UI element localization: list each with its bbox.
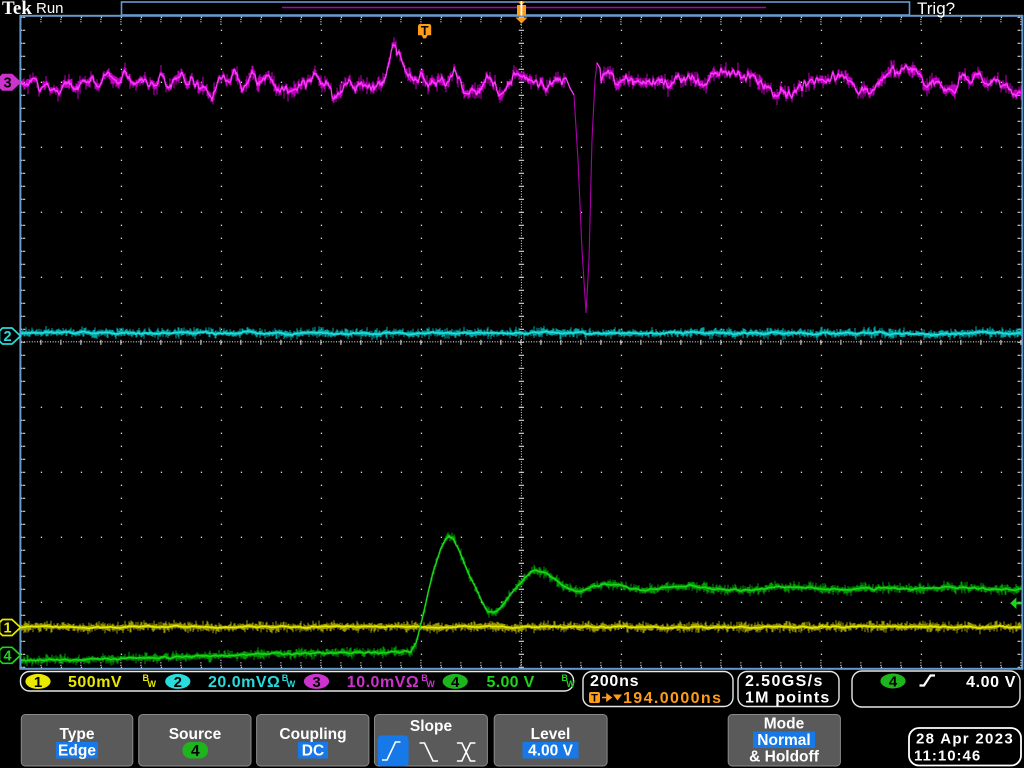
svg-text:Slope: Slope bbox=[410, 718, 453, 735]
svg-text:1: 1 bbox=[34, 674, 42, 691]
svg-text:Level: Level bbox=[531, 726, 571, 743]
svg-text:500mV: 500mV bbox=[68, 674, 122, 691]
svg-text:Source: Source bbox=[169, 726, 222, 743]
svg-text:5.00 V: 5.00 V bbox=[487, 674, 535, 691]
svg-text:T: T bbox=[591, 693, 598, 705]
svg-text:W: W bbox=[287, 679, 296, 689]
svg-text:Trig?: Trig? bbox=[917, 0, 955, 18]
svg-text:2.50GS/s: 2.50GS/s bbox=[745, 673, 824, 690]
svg-text:4: 4 bbox=[3, 649, 11, 665]
svg-text:20.0mVΩ: 20.0mVΩ bbox=[208, 674, 280, 691]
svg-text:4.00 V: 4.00 V bbox=[966, 674, 1016, 691]
svg-text:Edge: Edge bbox=[58, 743, 96, 760]
svg-text:4: 4 bbox=[889, 674, 898, 691]
svg-text:11:10:46: 11:10:46 bbox=[914, 748, 981, 765]
svg-text:1M points: 1M points bbox=[745, 690, 830, 707]
svg-text:1: 1 bbox=[3, 621, 11, 637]
svg-text:4: 4 bbox=[451, 674, 460, 691]
svg-text:10.0mVΩ: 10.0mVΩ bbox=[347, 674, 419, 691]
svg-text:200ns: 200ns bbox=[590, 673, 639, 690]
svg-text:W: W bbox=[148, 679, 157, 689]
svg-text:3: 3 bbox=[312, 674, 320, 691]
svg-text:Normal: Normal bbox=[757, 732, 810, 749]
svg-text:2: 2 bbox=[174, 674, 182, 691]
svg-text:Type: Type bbox=[59, 726, 94, 743]
svg-text:DC: DC bbox=[302, 743, 324, 760]
svg-text:Run: Run bbox=[36, 0, 64, 17]
svg-text:W: W bbox=[426, 679, 435, 689]
svg-text:194.0000ns: 194.0000ns bbox=[623, 690, 722, 707]
svg-text:4: 4 bbox=[191, 743, 200, 760]
svg-text:2: 2 bbox=[3, 329, 11, 345]
svg-text:Mode: Mode bbox=[764, 716, 805, 733]
svg-text:Coupling: Coupling bbox=[279, 726, 346, 743]
svg-text:3: 3 bbox=[3, 76, 11, 92]
svg-text:W: W bbox=[566, 679, 575, 689]
svg-text:4.00 V: 4.00 V bbox=[528, 743, 573, 760]
svg-text:Tek: Tek bbox=[2, 0, 32, 19]
svg-text:T: T bbox=[421, 24, 429, 38]
svg-text:& Holdoff: & Holdoff bbox=[749, 749, 820, 766]
svg-text:28 Apr 2023: 28 Apr 2023 bbox=[916, 731, 1014, 748]
